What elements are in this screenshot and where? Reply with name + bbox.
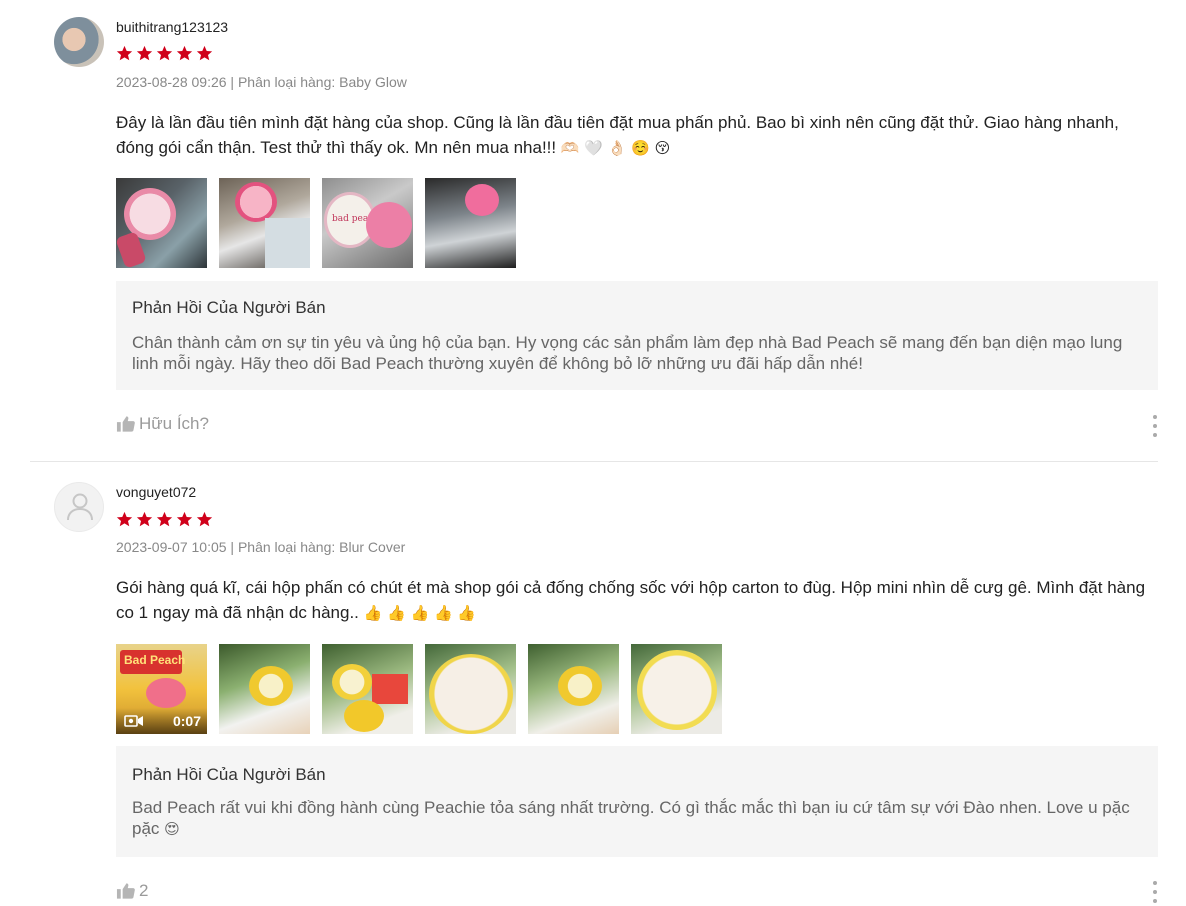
review-meta: 2023-09-07 10:05 | Phân loại hàng: Blur …	[116, 539, 406, 555]
user-avatar[interactable]	[54, 17, 104, 67]
seller-reply: Phản Hồi Của Người Bán Bad Peach rất vui…	[116, 746, 1158, 857]
user-avatar[interactable]	[54, 482, 104, 532]
review-content: Đây là lần đầu tiên mình đặt hàng của sh…	[116, 110, 1160, 161]
seller-reply: Phản Hồi Của Người Bán Chân thành cảm ơn…	[116, 281, 1158, 390]
review-item: vonguyet072 2023-09-07 10:05 | Phân loại…	[0, 462, 1186, 906]
star-icon	[116, 511, 133, 527]
review-photo-thumb[interactable]: bad peach	[322, 178, 413, 268]
review-photo-thumb[interactable]	[425, 644, 516, 734]
brand-logo-text: Bad Peach	[124, 653, 186, 667]
helpful-button[interactable]: 2	[116, 881, 148, 901]
star-icon	[156, 511, 173, 527]
star-icon	[196, 511, 213, 527]
star-icon	[196, 45, 213, 61]
thumbs-up-icon	[116, 883, 135, 899]
star-icon	[136, 511, 153, 527]
helpful-count: 2	[139, 881, 149, 900]
star-icon	[136, 45, 153, 61]
review-photo-thumb[interactable]	[116, 178, 207, 268]
video-overlay: 0:07	[116, 708, 207, 734]
review-content: Gói hàng quá kĩ, cái hộp phấn có chút ét…	[116, 575, 1160, 626]
seller-reply-title: Phản Hồi Của Người Bán	[132, 298, 326, 317]
video-duration: 0:07	[172, 713, 201, 729]
review-media-list: bad peach	[116, 178, 516, 268]
review-item: buithitrang123123 2023-08-28 09:26 | Phâ…	[0, 0, 1186, 462]
seller-reply-title: Phản Hồi Của Người Bán	[132, 765, 326, 784]
review-username[interactable]: buithitrang123123	[116, 19, 228, 35]
star-icon	[176, 45, 193, 61]
review-emojis: 🫶🏻 🤍 👌🏻 ☺️ 😚	[560, 139, 671, 157]
star-rating	[116, 45, 213, 62]
seller-reply-text: Bad Peach rất vui khi đồng hành cùng Pea…	[132, 797, 1132, 840]
review-text: Gói hàng quá kĩ, cái hộp phấn có chút ét…	[116, 578, 1146, 622]
more-options-icon[interactable]	[1151, 415, 1159, 437]
review-photo-thumb[interactable]	[528, 644, 619, 734]
review-media-list: Bad Peach 0:07	[116, 644, 722, 734]
default-user-icon	[67, 493, 93, 521]
review-photo-thumb[interactable]	[219, 178, 310, 268]
review-emojis: 👍 👍 👍 👍 👍	[363, 604, 477, 622]
more-options-icon[interactable]	[1151, 881, 1159, 903]
star-icon	[156, 45, 173, 61]
star-icon	[116, 45, 133, 61]
review-username[interactable]: vonguyet072	[116, 484, 196, 500]
helpful-button[interactable]: Hữu Ích?	[116, 414, 209, 434]
review-photo-thumb[interactable]	[322, 644, 413, 734]
review-photo-thumb[interactable]	[219, 644, 310, 734]
seller-reply-text: Chân thành cảm ơn sự tin yêu và ủng hộ c…	[132, 333, 1123, 373]
video-camera-icon	[124, 715, 143, 727]
star-icon	[176, 511, 193, 527]
thumbs-up-icon	[116, 416, 135, 432]
review-video-thumb[interactable]: Bad Peach 0:07	[116, 644, 207, 734]
review-photo-thumb[interactable]	[631, 644, 722, 734]
reply-emoji: 😍	[164, 820, 180, 838]
seller-reply-body: Bad Peach rất vui khi đồng hành cùng Pea…	[132, 798, 1130, 838]
star-rating	[116, 511, 213, 528]
review-photo-thumb[interactable]	[425, 178, 516, 268]
review-meta: 2023-08-28 09:26 | Phân loại hàng: Baby …	[116, 74, 407, 90]
helpful-label: Hữu Ích?	[139, 414, 209, 433]
